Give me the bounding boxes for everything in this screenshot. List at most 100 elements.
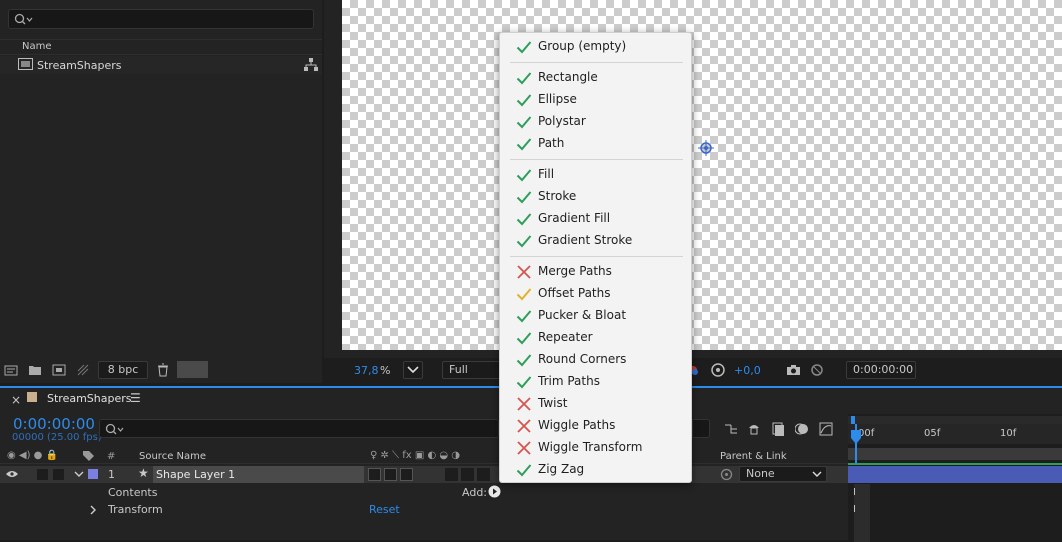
project-column-header: Name [0, 39, 322, 55]
menu-item-fill[interactable]: Fill [500, 164, 691, 186]
search-icon [14, 13, 33, 25]
current-time-display[interactable]: 0:00:00:00 [13, 415, 95, 433]
project-item-row[interactable]: StreamShapers [0, 56, 322, 74]
layer-row[interactable]: 1 ★ Shape Layer 1 None [0, 466, 848, 483]
menu-item-rectangle[interactable]: Rectangle [500, 67, 691, 89]
chevron-down-icon[interactable] [74, 471, 84, 478]
close-icon[interactable]: × [11, 393, 21, 407]
menu-item-twist[interactable]: Twist [500, 393, 691, 415]
menu-item-zig-zag[interactable]: Zig Zag [500, 459, 691, 481]
layer-name-field[interactable]: Shape Layer 1 [153, 466, 364, 483]
time-ruler[interactable]: 00f 05f 10f [848, 424, 1062, 444]
layer-search-input[interactable] [99, 419, 499, 438]
color-swatch[interactable] [177, 361, 208, 378]
composition-icon [18, 58, 33, 70]
menu-item-label: Pucker & Bloat [538, 308, 627, 322]
layer-name: Shape Layer 1 [156, 468, 236, 481]
contents-row[interactable]: Contents Add: [0, 484, 848, 501]
comp-color-label[interactable] [27, 392, 37, 402]
menu-item-wiggle-transform[interactable]: Wiggle Transform [500, 437, 691, 459]
exposure-value[interactable]: +0,0 [734, 364, 761, 377]
composition-canvas[interactable] [342, 0, 1062, 350]
menu-item-label: Merge Paths [538, 264, 612, 278]
menu-item-round-corners[interactable]: Round Corners [500, 349, 691, 371]
flowchart-icon[interactable] [304, 58, 318, 71]
show-snapshot-icon[interactable] [810, 363, 824, 377]
camera-snapshot-icon[interactable] [786, 364, 801, 376]
column-source-name[interactable]: Source Name [139, 451, 206, 462]
playhead-marker-icon[interactable] [850, 430, 862, 446]
checkmark-icon [516, 331, 532, 345]
menu-item-group-empty[interactable]: Group (empty) [500, 36, 691, 58]
comp-tab-name[interactable]: StreamShapers [47, 392, 132, 405]
menu-separator [510, 256, 683, 257]
menu-item-path[interactable]: Path [500, 133, 691, 155]
checkmark-icon [516, 309, 532, 323]
layer-search-end [692, 419, 710, 438]
menu-item-ellipse[interactable]: Ellipse [500, 89, 691, 111]
menu-item-label: Rectangle [538, 70, 598, 84]
chevron-down-icon [407, 366, 419, 374]
transform-label: Transform [108, 503, 163, 516]
layer-duration-bar[interactable] [848, 466, 1062, 483]
quality-switch[interactable] [400, 468, 413, 481]
collapse-switch[interactable] [384, 468, 397, 481]
menu-item-merge-paths[interactable]: Merge Paths [500, 261, 691, 283]
add-menu-button[interactable] [488, 485, 501, 498]
lock-toggle[interactable] [53, 469, 64, 480]
menu-item-label: Twist [538, 396, 568, 410]
menu-item-label: Fill [538, 167, 555, 181]
checkmark-icon [516, 353, 532, 367]
transform-row[interactable]: Transform Reset [0, 501, 848, 518]
parent-dropdown[interactable]: None [739, 466, 827, 482]
bit-depth-button[interactable]: 8 bpc [98, 361, 148, 379]
menu-item-trim-paths[interactable]: Trim Paths [500, 371, 691, 393]
motion-blur-switch[interactable] [477, 468, 490, 481]
interpret-footage-icon[interactable] [4, 363, 18, 377]
effects-switch[interactable] [445, 468, 458, 481]
new-folder-icon[interactable] [28, 363, 42, 377]
column-name-label[interactable]: Name [22, 41, 52, 52]
work-area-start[interactable] [851, 416, 855, 424]
current-time-field[interactable]: 0:00:00:00 [846, 361, 916, 379]
zoom-value[interactable]: 37,8 [354, 364, 379, 377]
frame-blend-switch[interactable] [461, 468, 474, 481]
time-graph[interactable]: 00f 05f 10f I I [848, 414, 1062, 542]
search-icon [105, 423, 124, 435]
panel-menu-icon[interactable]: ☰ [130, 391, 141, 405]
anchor-point-icon[interactable] [698, 140, 714, 156]
checkmark-icon [516, 40, 532, 54]
chevron-right-icon[interactable] [90, 505, 97, 515]
frame-blending-icon[interactable] [771, 422, 785, 436]
pick-whip-icon[interactable] [720, 468, 733, 481]
motion-blur-icon[interactable] [795, 422, 809, 436]
new-composition-icon[interactable] [52, 363, 66, 377]
menu-separator [510, 159, 683, 160]
solo-toggle[interactable] [37, 469, 48, 480]
shy-layers-icon[interactable] [747, 422, 761, 436]
menu-item-label: Path [538, 136, 565, 150]
menu-item-stroke[interactable]: Stroke [500, 186, 691, 208]
layer-color-label[interactable] [88, 469, 98, 479]
exposure-reset-icon[interactable] [711, 363, 725, 377]
trash-icon[interactable] [156, 363, 170, 377]
contents-label: Contents [108, 486, 158, 499]
zoom-dropdown[interactable] [403, 361, 423, 379]
comp-flowchart-icon[interactable] [724, 422, 738, 436]
graph-editor-icon[interactable] [819, 422, 833, 436]
resolution-dropdown[interactable]: Full [442, 361, 502, 379]
menu-item-repeater[interactable]: Repeater [500, 327, 691, 349]
project-settings-icon[interactable] [76, 363, 90, 377]
reset-link[interactable]: Reset [369, 503, 400, 516]
menu-item-offset-paths[interactable]: Offset Paths [500, 283, 691, 305]
menu-item-gradient-stroke[interactable]: Gradient Stroke [500, 230, 691, 252]
menu-item-wiggle-paths[interactable]: Wiggle Paths [500, 415, 691, 437]
menu-item-gradient-fill[interactable]: Gradient Fill [500, 208, 691, 230]
work-area-bar[interactable] [848, 416, 1062, 424]
eye-icon[interactable] [6, 470, 18, 478]
project-search-input[interactable] [8, 9, 314, 29]
menu-item-polystar[interactable]: Polystar [500, 111, 691, 133]
menu-item-pucker-bloat[interactable]: Pucker & Bloat [500, 305, 691, 327]
shy-switch[interactable] [368, 468, 381, 481]
column-parent-link[interactable]: Parent & Link [720, 451, 787, 462]
